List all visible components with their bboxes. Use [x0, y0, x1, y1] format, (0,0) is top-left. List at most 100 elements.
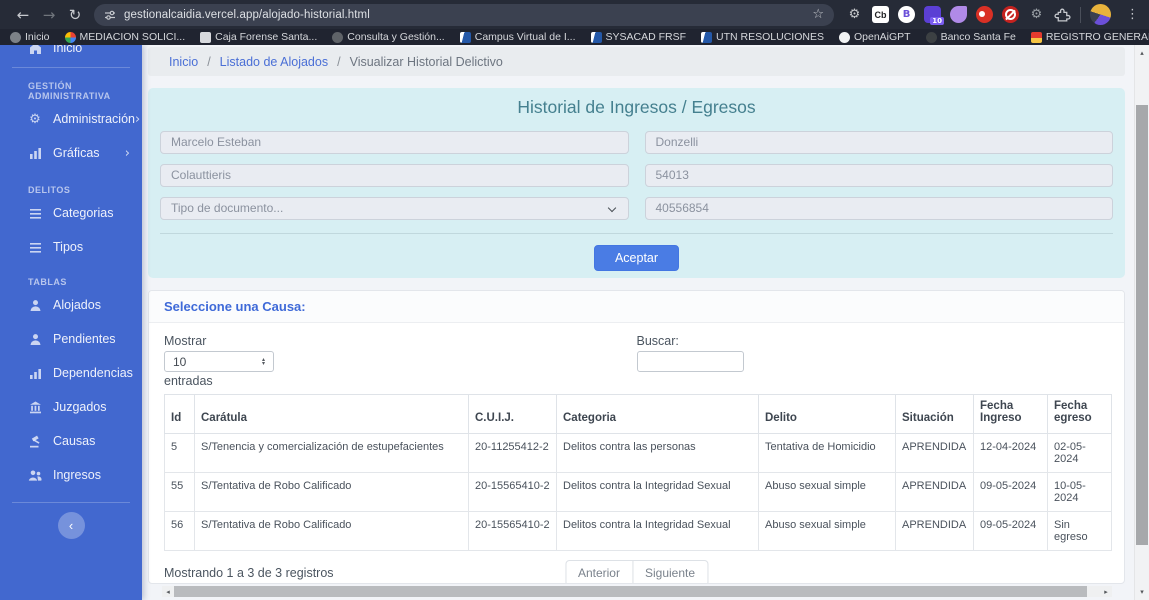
sidebar-section-title: TABLAS	[0, 277, 142, 287]
first-name-input[interactable]: Marcelo Esteban	[160, 131, 629, 154]
record-number-input[interactable]: 54013	[645, 164, 1114, 187]
collapse-chevron-icon: ‹	[69, 518, 73, 533]
column-header-situacion[interactable]: Situación	[896, 395, 974, 434]
column-header-delito[interactable]: Delito	[759, 395, 896, 434]
forward-icon[interactable]: →	[36, 6, 62, 24]
vertical-scrollbar[interactable]: ▴ ▾	[1134, 45, 1149, 600]
gavel-icon	[28, 435, 42, 448]
scroll-left-icon[interactable]: ◂	[162, 588, 174, 596]
column-header-caratula[interactable]: Carátula	[195, 395, 469, 434]
sidebar-item-categorias[interactable]: Categorias	[0, 196, 142, 230]
bookmark-favicon	[839, 32, 850, 43]
sidebar-item-pendientes[interactable]: Pendientes	[0, 322, 142, 356]
column-header-categoria[interactable]: Categoria	[557, 395, 759, 434]
breadcrumb-link-inicio[interactable]: Inicio	[169, 55, 198, 69]
menu-kebab-icon[interactable]: ⋮	[1126, 7, 1139, 22]
bookmark-favicon	[701, 32, 712, 43]
cell-caratula: S/Tentativa de Robo Calificado	[195, 512, 469, 551]
breadcrumb-separator: /	[207, 55, 210, 69]
sidebar-collapse-button[interactable]: ‹	[58, 512, 85, 539]
last-name-input[interactable]: Donzelli	[645, 131, 1114, 154]
extension-b-icon[interactable]: B	[898, 6, 915, 23]
sidebar-item-administracion[interactable]: ⚙ Administración ›	[0, 102, 142, 136]
scroll-up-icon[interactable]: ▴	[1135, 49, 1149, 57]
bookmark-favicon	[1031, 32, 1042, 43]
document-number-input[interactable]: 40556854	[645, 197, 1114, 220]
cell-id: 5	[165, 434, 195, 473]
bookmark-item[interactable]: Campus Virtual de I...	[460, 31, 576, 43]
table-row[interactable]: 56 S/Tentativa de Robo Calificado 20-155…	[165, 512, 1112, 551]
pagination-prev-button[interactable]: Anterior	[565, 560, 633, 585]
bookmark-item[interactable]: MEDIACION SOLICI...	[65, 31, 186, 43]
scroll-down-icon[interactable]: ▾	[1135, 588, 1149, 596]
horizontal-scrollbar[interactable]: ◂ ▸	[162, 586, 1112, 597]
address-bar[interactable]: gestionalcaidia.vercel.app/alojado-histo…	[94, 4, 834, 26]
sidebar-item-dependencias[interactable]: Dependencias	[0, 356, 142, 390]
pagination-next-button[interactable]: Siguiente	[632, 560, 708, 585]
page-size-select[interactable]: 10 ▴▾	[164, 351, 274, 372]
sidebar-item-alojados[interactable]: Alojados	[0, 288, 142, 322]
bookmark-item[interactable]: Banco Santa Fe	[926, 31, 1016, 43]
sidebar-item-tipos[interactable]: Tipos	[0, 230, 142, 264]
table-row[interactable]: 55 S/Tentativa de Robo Calificado 20-155…	[165, 473, 1112, 512]
bookmark-item[interactable]: UTN RESOLUCIONES	[701, 31, 824, 43]
extension-gear-icon[interactable]: ⚙	[846, 6, 863, 23]
bookmark-label: SYSACAD FRSF	[606, 31, 687, 43]
profile-avatar[interactable]	[1090, 4, 1111, 25]
column-header-fecha-ingreso[interactable]: Fecha Ingreso	[974, 395, 1048, 434]
extension-colab-icon[interactable]: Cb	[872, 6, 889, 23]
document-type-select[interactable]: Tipo de documento...	[160, 197, 629, 220]
extensions-row: ⚙ Cb B 10 ⚙ ⋮	[846, 4, 1139, 25]
extension-red-icon[interactable]	[976, 6, 993, 23]
extension-blocker-icon[interactable]	[1002, 6, 1019, 23]
alias-input[interactable]: Colauttieris	[160, 164, 629, 187]
sidebar-item-causas[interactable]: Causas	[0, 424, 142, 458]
accept-button[interactable]: Aceptar	[594, 245, 679, 271]
bookmark-item[interactable]: OpenAiGPT	[839, 31, 911, 43]
site-info-icon[interactable]	[104, 9, 116, 21]
causa-card: Seleccione una Causa: Mostrar 10 ▴▾ entr…	[148, 290, 1125, 584]
extension-feather-icon[interactable]	[950, 6, 967, 23]
column-header-fecha-egreso[interactable]: Fecha egreso	[1048, 395, 1112, 434]
sidebar-item-label: Alojados	[53, 298, 101, 312]
extensions-puzzle-icon[interactable]	[1054, 6, 1071, 23]
sidebar-item-juzgados[interactable]: Juzgados	[0, 390, 142, 424]
horizontal-scrollbar-thumb[interactable]	[174, 586, 1087, 597]
scroll-right-icon[interactable]: ▸	[1100, 588, 1112, 596]
back-icon[interactable]: ←	[10, 6, 36, 24]
person-icon	[28, 333, 42, 346]
list-icon	[28, 207, 42, 220]
select-causa-link[interactable]: Seleccione una Causa:	[164, 299, 306, 314]
list-icon	[28, 241, 42, 254]
sidebar-item-ingresos[interactable]: Ingresos	[0, 458, 142, 492]
sidebar-section-title: DELITOS	[0, 185, 142, 195]
bookmark-star-icon[interactable]: ☆	[812, 7, 824, 22]
bookmark-label: Banco Santa Fe	[941, 31, 1016, 43]
bookmark-favicon	[460, 32, 471, 43]
sidebar-divider	[12, 67, 130, 68]
breadcrumb-link-listado[interactable]: Listado de Alojados	[220, 55, 328, 69]
vertical-scrollbar-thumb[interactable]	[1136, 105, 1148, 545]
extension-badge: 10	[930, 17, 944, 25]
bookmark-item[interactable]: SYSACAD FRSF	[591, 31, 687, 43]
sidebar-item-inicio[interactable]: Inicio	[0, 45, 142, 65]
breadcrumb-current: Visualizar Historial Delictivo	[350, 55, 503, 69]
bookmark-item[interactable]: Consulta y Gestión...	[332, 31, 444, 43]
column-header-id[interactable]: Id	[165, 395, 195, 434]
bookmark-item[interactable]: Caja Forense Santa...	[200, 31, 317, 43]
page-size-value: 10	[173, 355, 262, 369]
extension-hat-icon[interactable]: 10	[924, 6, 941, 23]
sidebar-item-graficas[interactable]: Gráficas ›	[0, 136, 142, 170]
search-input[interactable]	[637, 351, 744, 372]
cell-cuij: 20-11255412-2	[469, 434, 557, 473]
table-row[interactable]: 5 S/Tenencia y comercialización de estup…	[165, 434, 1112, 473]
length-label: Mostrar	[164, 334, 637, 348]
sidebar-item-label: Administración	[53, 112, 135, 126]
reload-icon[interactable]: ↻	[62, 6, 88, 24]
bookmark-item[interactable]: REGISTRO GENERAL...	[1031, 31, 1149, 43]
bookmark-item[interactable]: Inicio	[10, 31, 50, 43]
column-header-cuij[interactable]: C.U.I.J.	[469, 395, 557, 434]
cell-cuij: 20-15565410-2	[469, 473, 557, 512]
cell-cuij: 20-15565410-2	[469, 512, 557, 551]
settings-gear-icon[interactable]: ⚙	[1028, 6, 1045, 23]
